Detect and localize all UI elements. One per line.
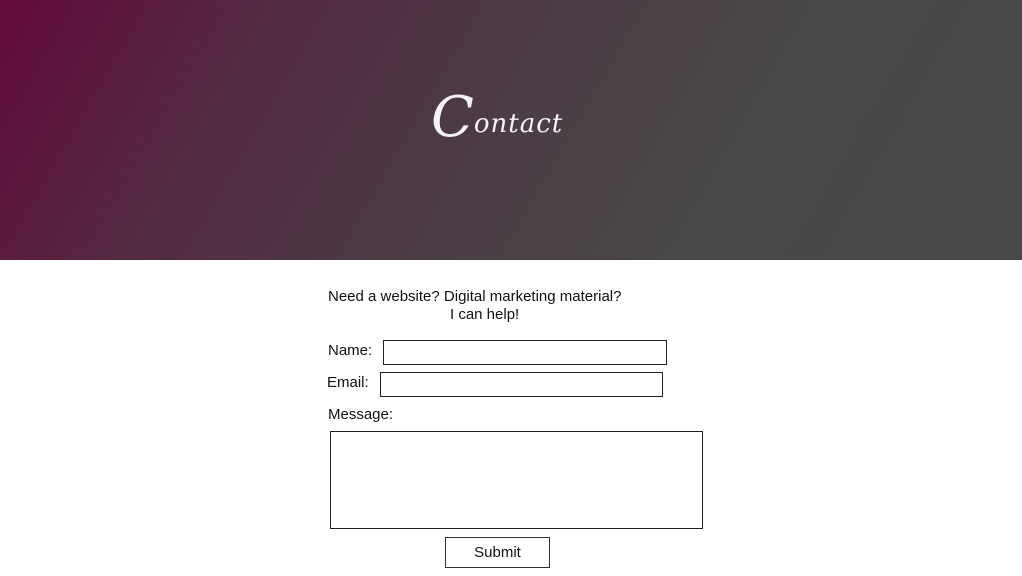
intro-text: Need a website? Digital marketing materi…: [328, 288, 648, 324]
email-label: Email:: [327, 374, 369, 391]
name-field[interactable]: [383, 340, 667, 365]
intro-line-2: I can help!: [450, 306, 520, 323]
message-label: Message:: [328, 406, 394, 423]
name-label: Name:: [328, 342, 373, 359]
page-title-rest: ontact: [473, 109, 564, 139]
page-title: Contact: [431, 86, 564, 146]
intro-line-1: Need a website? Digital marketing materi…: [328, 288, 622, 305]
email-field[interactable]: [380, 372, 663, 397]
submit-button[interactable]: Submit: [445, 537, 550, 568]
message-field[interactable]: [330, 431, 703, 529]
page-title-initial: C: [431, 85, 474, 150]
hero-banner: Contact: [0, 0, 1022, 260]
